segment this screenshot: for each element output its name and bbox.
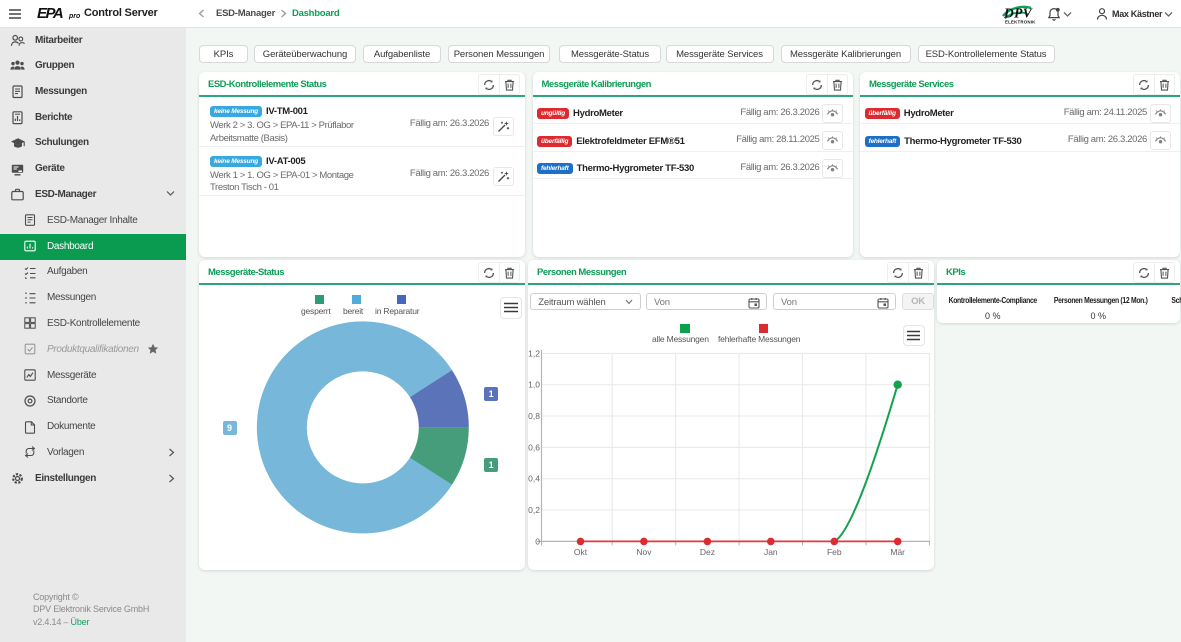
svg-text:0: 0 xyxy=(535,536,540,546)
svg-text:Nov: Nov xyxy=(636,547,652,557)
svg-text:0,8: 0,8 xyxy=(528,411,540,421)
svg-text:1,2: 1,2 xyxy=(528,348,540,358)
svg-text:Feb: Feb xyxy=(827,547,842,557)
svg-text:Okt: Okt xyxy=(574,547,588,557)
svg-text:0,6: 0,6 xyxy=(528,442,540,452)
svg-text:0,2: 0,2 xyxy=(528,505,540,515)
svg-text:Jan: Jan xyxy=(764,547,778,557)
svg-text:ELEKTRONIK: ELEKTRONIK xyxy=(1005,20,1036,25)
svg-text:0,4: 0,4 xyxy=(528,474,540,484)
svg-text:DPV: DPV xyxy=(1003,6,1033,21)
svg-text:Mär: Mär xyxy=(890,547,905,557)
svg-text:Dez: Dez xyxy=(700,547,715,557)
svg-text:1,0: 1,0 xyxy=(528,380,540,390)
